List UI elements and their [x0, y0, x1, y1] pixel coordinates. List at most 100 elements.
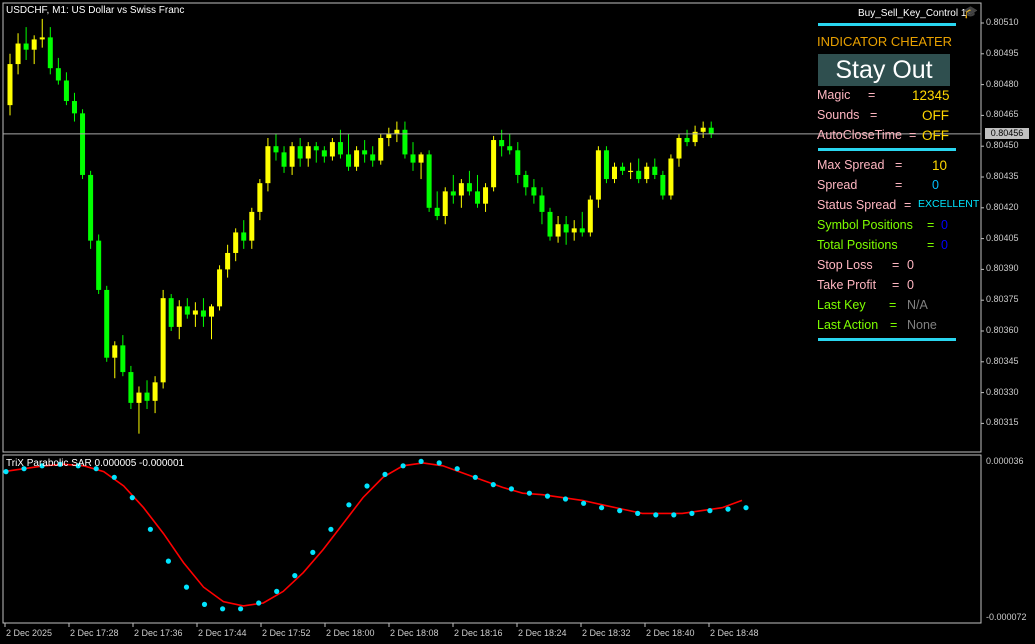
time-label: 2 Dec 17:44	[198, 628, 247, 638]
panel-row-value: 12345	[912, 88, 950, 103]
price-level-label: 0.80345	[986, 355, 1019, 366]
sar-dot	[635, 510, 641, 516]
panel-row-equals: =	[927, 238, 935, 252]
panel-row-equals: =	[895, 178, 903, 192]
indicator-title: TriX Parabolic SAR 0.000005 -0.000001	[6, 458, 185, 469]
candle-body	[241, 232, 247, 241]
candle-body	[563, 224, 569, 233]
candle-body	[23, 43, 29, 50]
sar-dot	[310, 549, 316, 556]
candle-body	[458, 183, 464, 196]
candle-body	[200, 310, 206, 317]
candle-body	[555, 224, 561, 237]
sar-dot	[581, 500, 587, 506]
candle-body	[337, 142, 343, 155]
candle-body	[313, 146, 319, 151]
candle-body	[644, 166, 650, 180]
candle-body	[579, 228, 585, 233]
sar-dot	[238, 606, 244, 612]
candle-body	[47, 37, 53, 69]
sar-dot	[364, 483, 370, 489]
candle-body	[329, 142, 335, 157]
candle-body	[128, 372, 134, 403]
sar-dot	[183, 584, 190, 590]
panel-row-label: Max Spread	[817, 158, 885, 172]
price-level-label: 0.80405	[986, 232, 1019, 243]
price-level-label: 0.80360	[986, 325, 1019, 335]
candle-body	[587, 199, 593, 233]
candle-body	[620, 166, 626, 171]
candle-body	[80, 113, 86, 175]
candle-body	[192, 310, 198, 315]
panel-row-label: Spread	[817, 178, 858, 192]
sar-dot	[653, 512, 659, 518]
candle-body	[217, 269, 223, 307]
candle-body	[265, 146, 271, 184]
sar-dot	[490, 482, 496, 488]
sar-dot	[382, 471, 388, 477]
indicator-top-label: 0.000036	[986, 456, 1024, 466]
candle-body	[281, 152, 287, 167]
candle-body	[523, 174, 529, 188]
chart-title: USDCHF, M1: US Dollar vs Swiss Franc	[6, 5, 185, 16]
sar-dot	[562, 496, 569, 502]
graduation-cap-icon[interactable]: 🎓	[963, 5, 978, 19]
stay-out-button[interactable]: Stay Out	[818, 54, 950, 86]
candle-body	[378, 137, 384, 161]
time-label: 2 Dec 2025	[6, 628, 53, 638]
panel-bottom-bar	[818, 338, 956, 341]
panel-row-label: Last Key	[817, 298, 866, 312]
sar-dot	[165, 558, 171, 564]
time-label: 2 Dec 17:36	[134, 628, 183, 638]
candle-body	[257, 183, 263, 212]
price-level-label: 0.80315	[986, 417, 1019, 428]
panel-row-value: 0	[907, 258, 914, 272]
candle-body	[491, 140, 497, 188]
candle-body	[289, 146, 295, 167]
sar-dot	[201, 601, 208, 608]
panel-row-equals: =	[890, 318, 898, 332]
candle-body	[676, 137, 682, 159]
sar-dot	[472, 474, 478, 480]
panel-row-label: Sounds	[817, 108, 860, 122]
candle-body	[708, 127, 714, 134]
candle-body	[55, 68, 61, 81]
candle-body	[370, 154, 376, 161]
candle-body	[612, 166, 617, 180]
price-level-label: 0.80450	[986, 140, 1019, 151]
panel-row-equals: =	[895, 158, 903, 172]
candle-body	[209, 306, 214, 317]
panel-row-label: Last Action	[817, 318, 879, 332]
candle-body	[628, 170, 634, 173]
panel-row-equals: =	[927, 218, 935, 232]
sar-dot	[328, 526, 334, 532]
candle-body	[63, 80, 69, 102]
candle-body	[539, 195, 545, 212]
chart-canvas[interactable]	[0, 0, 1035, 644]
candle-body	[652, 166, 658, 175]
ea-name-label[interactable]: Buy_Sell_Key_Control 1	[858, 8, 966, 19]
sar-dot	[220, 606, 226, 612]
current-price-badge: 0.80456	[985, 128, 1029, 140]
candle-body	[684, 137, 690, 143]
panel-row-label: Stop Loss	[817, 258, 873, 272]
sar-dot	[454, 466, 460, 472]
time-label: 2 Dec 18:40	[646, 628, 695, 638]
time-label: 2 Dec 18:48	[710, 628, 759, 638]
sar-dot	[256, 600, 262, 606]
sar-dot	[544, 493, 551, 499]
candle-body	[104, 289, 110, 358]
candle-body	[273, 146, 279, 153]
candle-body	[249, 211, 255, 241]
panel-row-equals: =	[892, 258, 900, 272]
panel-mid-bar	[818, 148, 956, 151]
candle-body	[700, 127, 706, 132]
candle-body	[321, 150, 327, 157]
candle-body	[168, 298, 174, 327]
candle-body	[515, 150, 521, 175]
candle-body	[636, 170, 642, 180]
time-label: 2 Dec 17:52	[262, 628, 311, 638]
time-label: 2 Dec 18:32	[582, 628, 631, 638]
sar-dot	[743, 505, 749, 511]
candle-body	[31, 39, 37, 50]
